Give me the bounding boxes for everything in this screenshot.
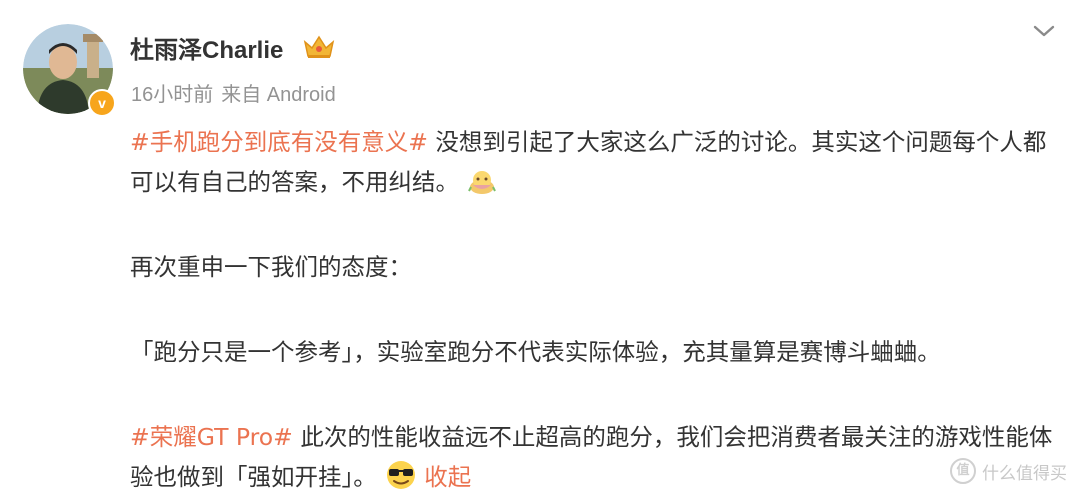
hashtag-link[interactable]: #手机跑分到底有没有意义# [130, 128, 428, 156]
post-source: 来自 Android [221, 84, 336, 106]
watermark: 值 什么值得买 [950, 458, 1067, 484]
hashtag-link[interactable]: #荣耀GT Pro# [130, 423, 293, 451]
cool-emoji-icon [386, 461, 415, 489]
post-paragraph-4: #荣耀GT Pro# 此次的性能收益远不止超高的跑分，我们会把消费者最关注的游戏… [130, 417, 1060, 497]
emoji-icon [468, 171, 496, 194]
post-meta: 16小时前 来自 Android [131, 78, 344, 107]
chevron-down-icon[interactable] [1032, 22, 1056, 40]
collapse-link[interactable]: 收起 [424, 463, 471, 491]
verified-badge-icon: v [88, 89, 116, 117]
post-paragraph-2: 再次重申一下我们的态度： [130, 253, 412, 281]
post-body: #手机跑分到底有没有意义# 没想到引起了大家这么广泛的讨论。其实这个问题每个人都… [130, 122, 1060, 497]
post-paragraph-1: #手机跑分到底有没有意义# 没想到引起了大家这么广泛的讨论。其实这个问题每个人都… [130, 122, 1060, 202]
post-paragraph-3: 「跑分只是一个参考」，实验室跑分不代表实际体验，充其量算是赛博斗蛐蛐。 [130, 338, 941, 366]
avatar[interactable]: v [23, 24, 116, 117]
watermark-logo-icon: 值 [950, 458, 976, 484]
author-name[interactable]: 杜雨泽Charlie [130, 30, 283, 65]
post-time[interactable]: 16小时前 [131, 84, 213, 106]
crown-icon [303, 35, 335, 58]
watermark-text: 什么值得买 [982, 463, 1067, 484]
